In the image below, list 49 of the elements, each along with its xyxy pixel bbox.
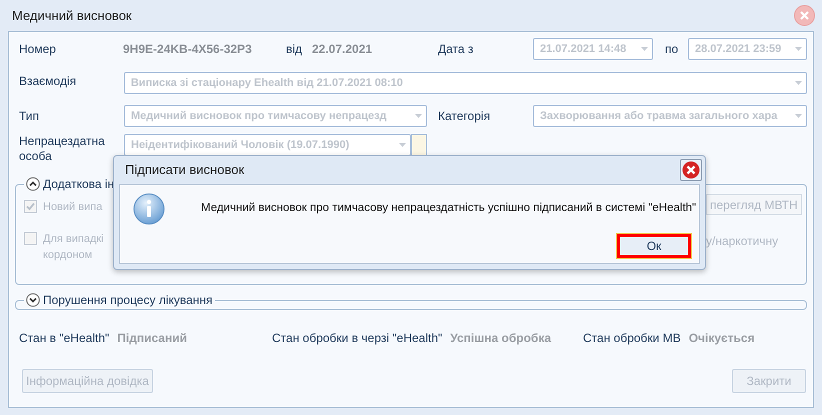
field-label: Непрацездатна особа: [19, 134, 106, 164]
checkbox-label: Для випадкі кордоном: [43, 232, 105, 263]
caret-icon: [795, 47, 802, 51]
caret-icon: [795, 81, 802, 85]
caret-icon: [795, 114, 802, 118]
status-value: Успішна обробка: [450, 330, 551, 347]
field-label: по: [665, 41, 680, 58]
dropdown-field[interactable]: Виписка зі стаціонару Ehealth від 21.07.2021 08:10: [124, 72, 807, 94]
dropdown-field[interactable]: 28.07.2021 23:59: [688, 38, 807, 60]
checkbox[interactable]: [24, 232, 37, 245]
close-icon: [682, 161, 700, 179]
close-button[interactable]: [680, 159, 702, 181]
dialog-message: Медичний висновок про тимчасову непрацездатність успішно підписаний в системі "eHealth": [201, 201, 696, 216]
group-title: Порушення процесу лікування: [43, 292, 213, 309]
window-title: Медичний висновок: [12, 6, 133, 25]
number-value: 9H9E-24KB-4X56-32P3: [123, 41, 253, 58]
dropdown-field[interactable]: Захворювання або травма загального хара: [533, 105, 807, 127]
ok-button[interactable]: Ок: [617, 234, 691, 258]
dialog-title: Підписати висновок: [125, 161, 246, 180]
field-label: від: [286, 41, 304, 58]
close-dialog-button[interactable]: Закрити: [732, 369, 806, 393]
checkbox[interactable]: [24, 200, 37, 213]
info-icon: [133, 193, 165, 225]
field-label: Тип: [19, 108, 40, 125]
caret-icon: [641, 47, 648, 51]
date-value: 22.07.2021: [312, 41, 374, 58]
status-value: Очікується: [688, 330, 755, 347]
info-button[interactable]: Інформаційна довідка: [22, 369, 153, 393]
close-icon: [800, 11, 809, 20]
field-label: Дата з: [438, 41, 474, 58]
status-label: Стан в "eHealth": [19, 330, 110, 347]
lookup-button[interactable]: [411, 134, 427, 156]
field-label: Номер: [19, 41, 57, 58]
dropdown-field[interactable]: Неідентифікований Чоловік (19.07.1990): [124, 134, 411, 156]
checkbox-label: Новий випа: [43, 200, 104, 215]
dropdown-field[interactable]: Медичний висновок про тимчасову непрацезд: [124, 105, 427, 127]
note-text: у/наркотичну: [706, 233, 778, 250]
status-label: Стан обробки МВ: [583, 330, 681, 347]
collapse-icon[interactable]: [26, 177, 40, 191]
dropdown-field[interactable]: 21.07.2021 14:48: [533, 38, 653, 60]
caret-icon: [415, 114, 422, 118]
status-value: Підписаний: [117, 330, 187, 347]
field-label: Категорія: [438, 108, 492, 125]
expand-icon[interactable]: [26, 293, 40, 307]
check-icon: [26, 202, 35, 211]
caret-icon: [399, 143, 406, 147]
field-label: Взаємодія: [19, 73, 78, 90]
view-button[interactable]: перегляд МВТН: [706, 194, 802, 215]
status-label: Стан обробки в черзі "eHealth": [272, 330, 442, 347]
